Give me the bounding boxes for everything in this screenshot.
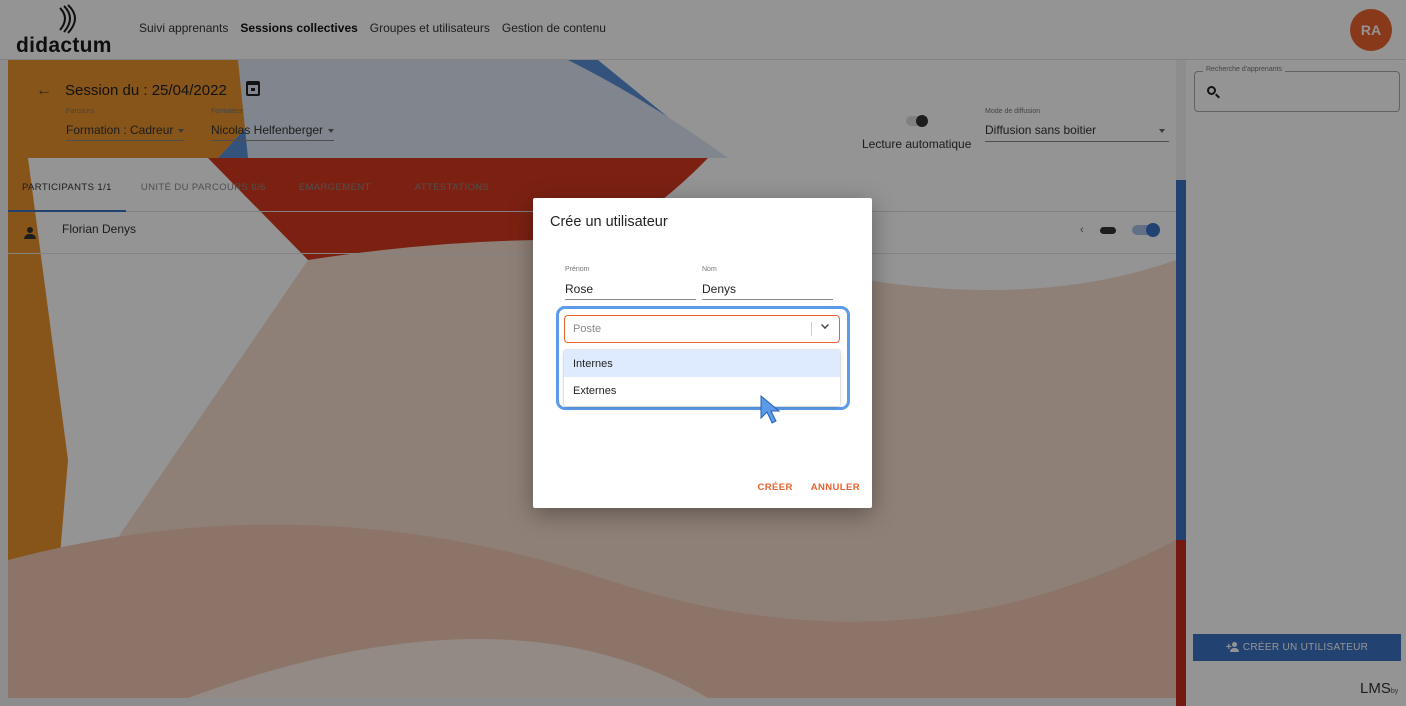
poste-placeholder: Poste bbox=[573, 323, 602, 335]
prenom-label: Prénom bbox=[565, 266, 590, 273]
mouse-cursor-icon bbox=[760, 394, 781, 424]
nom-field[interactable]: Denys bbox=[702, 282, 833, 300]
chevron-down-icon[interactable] bbox=[821, 321, 829, 329]
nom-label: Nom bbox=[702, 266, 717, 273]
dialog-actions: CRÉER ANNULER bbox=[757, 482, 860, 493]
create-button[interactable]: CRÉER bbox=[757, 482, 792, 493]
cancel-button[interactable]: ANNULER bbox=[811, 482, 860, 493]
option-internes[interactable]: Internes bbox=[564, 350, 840, 377]
poste-select[interactable]: Poste bbox=[564, 315, 840, 343]
select-separator bbox=[811, 322, 812, 336]
dialog-title: Crée un utilisateur bbox=[550, 214, 668, 230]
create-user-dialog: Crée un utilisateur Prénom Rose Nom Deny… bbox=[533, 198, 872, 508]
poste-dropdown-menu: Internes Externes bbox=[564, 350, 840, 406]
option-externes[interactable]: Externes bbox=[564, 377, 840, 404]
prenom-field[interactable]: Rose bbox=[565, 282, 696, 300]
